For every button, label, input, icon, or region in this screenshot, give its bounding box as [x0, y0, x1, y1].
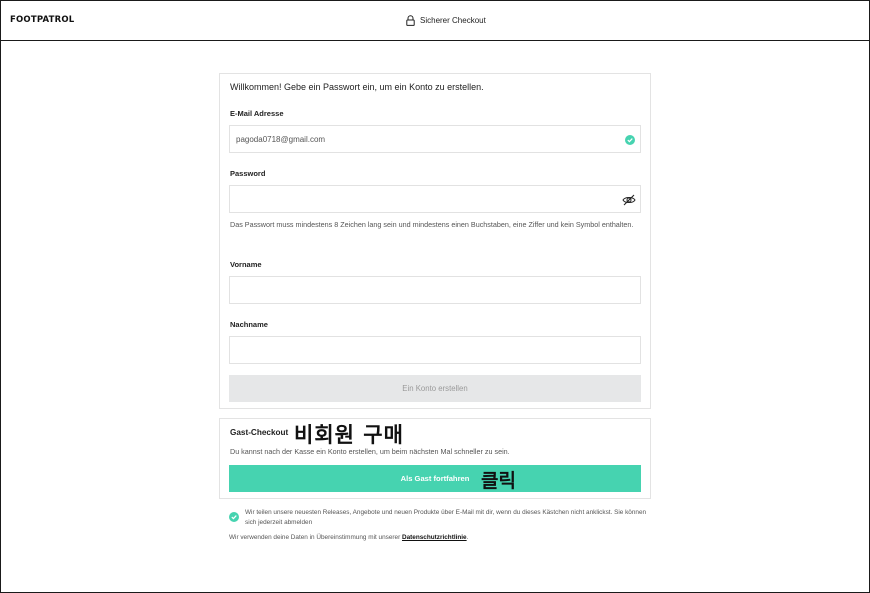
email-value: pagoda0718@gmail.com — [236, 134, 326, 144]
secure-checkout: Sicherer Checkout — [406, 13, 486, 27]
consent-text: Wir teilen unsere neuesten Releases, Ang… — [245, 509, 647, 526]
guest-checkout-card: Gast-Checkout 비회원 구매 Du kannst nach der … — [219, 418, 651, 499]
lock-icon — [406, 14, 415, 26]
guest-annotation: 비회원 구매 — [294, 423, 404, 447]
firstname-field[interactable] — [229, 276, 641, 304]
eye-off-icon[interactable] — [622, 194, 636, 206]
header: FOOTPATROL Sicherer Checkout — [1, 1, 869, 41]
check-circle-icon — [625, 135, 635, 145]
create-account-button[interactable]: Ein Konto erstellen — [229, 375, 641, 402]
password-field[interactable] — [229, 185, 641, 213]
privacy-suffix: . — [466, 534, 469, 541]
email-label: E-Mail Adresse — [230, 109, 284, 118]
privacy-prefix: Wir verwenden deine Daten in Übereinstim… — [229, 534, 401, 541]
secure-checkout-label: Sicherer Checkout — [420, 15, 486, 25]
welcome-heading: Willkommen! Gebe ein Passwort ein, um ei… — [230, 82, 484, 92]
lastname-field[interactable] — [229, 336, 641, 364]
guest-description: Du kannst nach der Kasse ein Konto erste… — [230, 447, 510, 456]
password-label: Password — [230, 169, 266, 178]
continue-as-guest-button[interactable]: Als Gast fortfahren — [229, 465, 641, 492]
footpatrol-logo[interactable]: FOOTPATROL — [10, 15, 74, 25]
click-annotation: 클릭 — [481, 470, 516, 492]
register-card: Willkommen! Gebe ein Passwort ein, um ei… — [219, 73, 651, 409]
lastname-label: Nachname — [230, 320, 268, 329]
firstname-label: Vorname — [230, 260, 262, 269]
guest-checkout-title: Gast-Checkout — [230, 428, 289, 437]
privacy-notice: Wir verwenden deine Daten in Übereinstim… — [229, 534, 468, 541]
email-field[interactable]: pagoda0718@gmail.com — [229, 125, 641, 153]
consent-checkbox-icon[interactable] — [229, 512, 239, 522]
password-hint: Das Passwort muss mindestens 8 Zeichen l… — [230, 220, 634, 229]
marketing-consent: Wir teilen unsere neuesten Releases, Ang… — [229, 508, 654, 527]
privacy-policy-link[interactable]: Datenschutzrichtlinie — [402, 534, 467, 541]
